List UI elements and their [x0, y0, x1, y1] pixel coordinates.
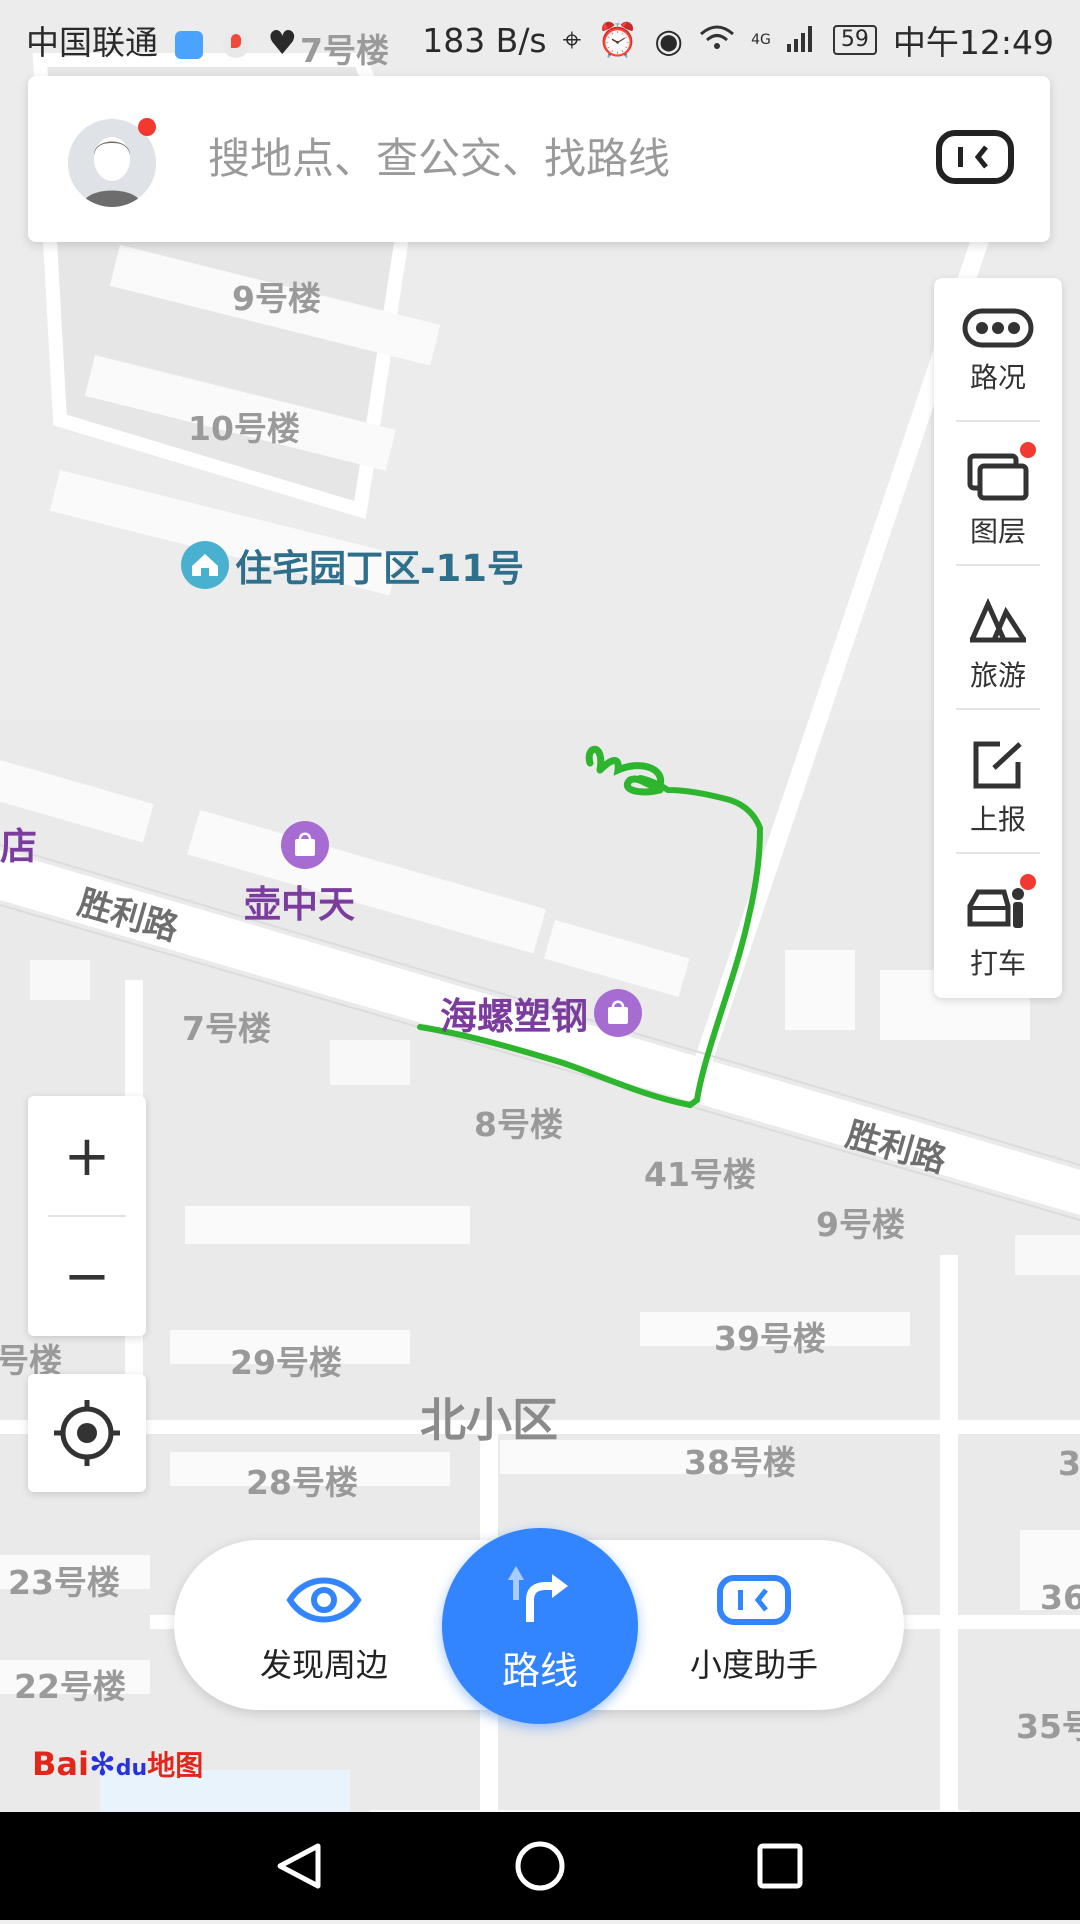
- tool-label: 路况: [969, 361, 1026, 394]
- building-label: 8号楼: [474, 1105, 563, 1144]
- poi-residential[interactable]: 住宅园丁区-11号: [180, 538, 524, 592]
- assistant-icon: [717, 1575, 791, 1625]
- building-label: 9号楼: [232, 279, 321, 318]
- house-icon: [181, 541, 229, 589]
- poi-shop-hlsg[interactable]: 海螺塑钢: [440, 986, 643, 1040]
- network-type: 4G: [751, 32, 771, 48]
- tool-label: 打车: [969, 947, 1026, 980]
- traffic-icon: [962, 308, 1034, 348]
- nav-buttons: [277, 1841, 803, 1891]
- building-label: 29号楼: [230, 1343, 342, 1382]
- taxi-icon: [967, 888, 1024, 928]
- notification-dot: [1020, 442, 1036, 458]
- network-speed: 183 B/s: [422, 20, 547, 60]
- zoom-in-button[interactable]: +: [28, 1096, 146, 1216]
- building-label: 39号楼: [714, 1319, 826, 1358]
- search-bar: [28, 76, 1050, 242]
- building-label: 22号楼: [14, 1667, 126, 1706]
- poi-shop-hzt-label[interactable]: 壶中天: [244, 874, 355, 928]
- battery-icon: 59: [832, 25, 877, 55]
- eye-comfort-icon: ◉: [654, 20, 684, 60]
- building-label: 35号: [1016, 1707, 1080, 1746]
- zoom-control: + −: [28, 1096, 146, 1336]
- notification-dot: [138, 118, 156, 136]
- discover-label: 发现周边: [259, 1646, 388, 1684]
- locate-button[interactable]: [28, 1374, 146, 1492]
- tool-taxi[interactable]: 打车: [934, 854, 1062, 998]
- notification-dot: [1020, 874, 1036, 890]
- building-label: 10号楼: [188, 409, 300, 448]
- logo-map: 地图: [147, 1749, 204, 1782]
- area-label: 北小区: [420, 1393, 558, 1447]
- travel-icon: [969, 597, 1027, 643]
- building-label: 7号楼: [182, 1009, 271, 1048]
- location-icon: ⌖: [562, 20, 582, 59]
- carrier-label: 中国联通: [26, 23, 158, 62]
- recents-icon[interactable]: [757, 1843, 803, 1889]
- hotspot-icon: [174, 30, 203, 59]
- poi-shop-hlsg-label: 海螺塑钢: [440, 995, 588, 1038]
- zoom-out-button[interactable]: −: [28, 1216, 146, 1336]
- tool-layers[interactable]: 图层: [934, 422, 1062, 566]
- building-label: 36: [1040, 1578, 1080, 1617]
- battery-level: 59: [840, 27, 869, 52]
- baidu-map-logo: Bai✻du地图: [32, 1744, 203, 1784]
- building-label: 23号楼: [8, 1563, 120, 1602]
- building-label: 3: [1058, 1444, 1080, 1483]
- home-icon[interactable]: [515, 1841, 565, 1891]
- report-icon: [973, 741, 1022, 789]
- assistant-label: 小度助手: [689, 1646, 818, 1684]
- status-right: 183 B/s ⌖ ⏰ ◉ 4G 59 中午12:49: [422, 16, 1054, 64]
- route-button[interactable]: 路线: [442, 1528, 638, 1724]
- poi-partial-label: 店: [0, 825, 37, 868]
- logo-du: du: [115, 1756, 148, 1781]
- tool-traffic[interactable]: 路况: [934, 278, 1062, 422]
- eye-icon: [286, 1577, 362, 1623]
- poi-residential-label: 住宅园丁区-11号: [235, 547, 524, 590]
- logo-bai: Bai: [32, 1745, 89, 1783]
- poi-shop-hzt[interactable]: [280, 820, 330, 870]
- tool-report[interactable]: 上报: [934, 710, 1062, 854]
- back-icon[interactable]: [277, 1843, 321, 1889]
- heartbeat-icon: ♥: [267, 23, 298, 62]
- map-app-icon: [223, 31, 249, 58]
- clock: 中午12:49: [892, 23, 1054, 62]
- status-bar: 中国联通 ♥ 183 B/s ⌖ ⏰ ◉ 4G 59 中午12:49: [0, 0, 1080, 76]
- status-left: 中国联通 ♥: [26, 16, 297, 64]
- shopping-bag-icon: [281, 821, 329, 869]
- search-input[interactable]: [208, 134, 908, 183]
- tool-label: 图层: [969, 515, 1026, 548]
- paw-icon: ✻: [88, 1745, 116, 1783]
- building-label: 41号楼: [644, 1155, 756, 1194]
- discover-nearby-button[interactable]: 发现周边: [224, 1574, 424, 1686]
- tool-label: 旅游: [969, 659, 1026, 692]
- assistant-icon: [936, 130, 1014, 184]
- map-tools-panel: 路况 图层 旅游 上报 打车: [934, 278, 1062, 998]
- tool-travel[interactable]: 旅游: [934, 566, 1062, 710]
- alarm-icon: ⏰: [597, 20, 639, 59]
- building-label: 28号楼: [246, 1463, 358, 1502]
- turn-right-arrow-icon: [508, 1566, 568, 1622]
- crosshair-icon: [54, 1400, 120, 1466]
- layers-icon: [967, 453, 1029, 501]
- tool-label: 上报: [969, 803, 1026, 836]
- assistant-button[interactable]: 小度助手: [654, 1574, 854, 1686]
- building-label: 9号楼: [816, 1205, 905, 1244]
- route-label: 路线: [501, 1649, 578, 1693]
- system-nav-bar: [0, 1812, 1080, 1920]
- voice-assistant-button[interactable]: [936, 130, 1014, 184]
- shopping-bag-icon: [594, 989, 643, 1037]
- building-label: 38号楼: [684, 1443, 796, 1482]
- wifi-icon: [699, 21, 735, 60]
- signal-icon: [786, 21, 817, 60]
